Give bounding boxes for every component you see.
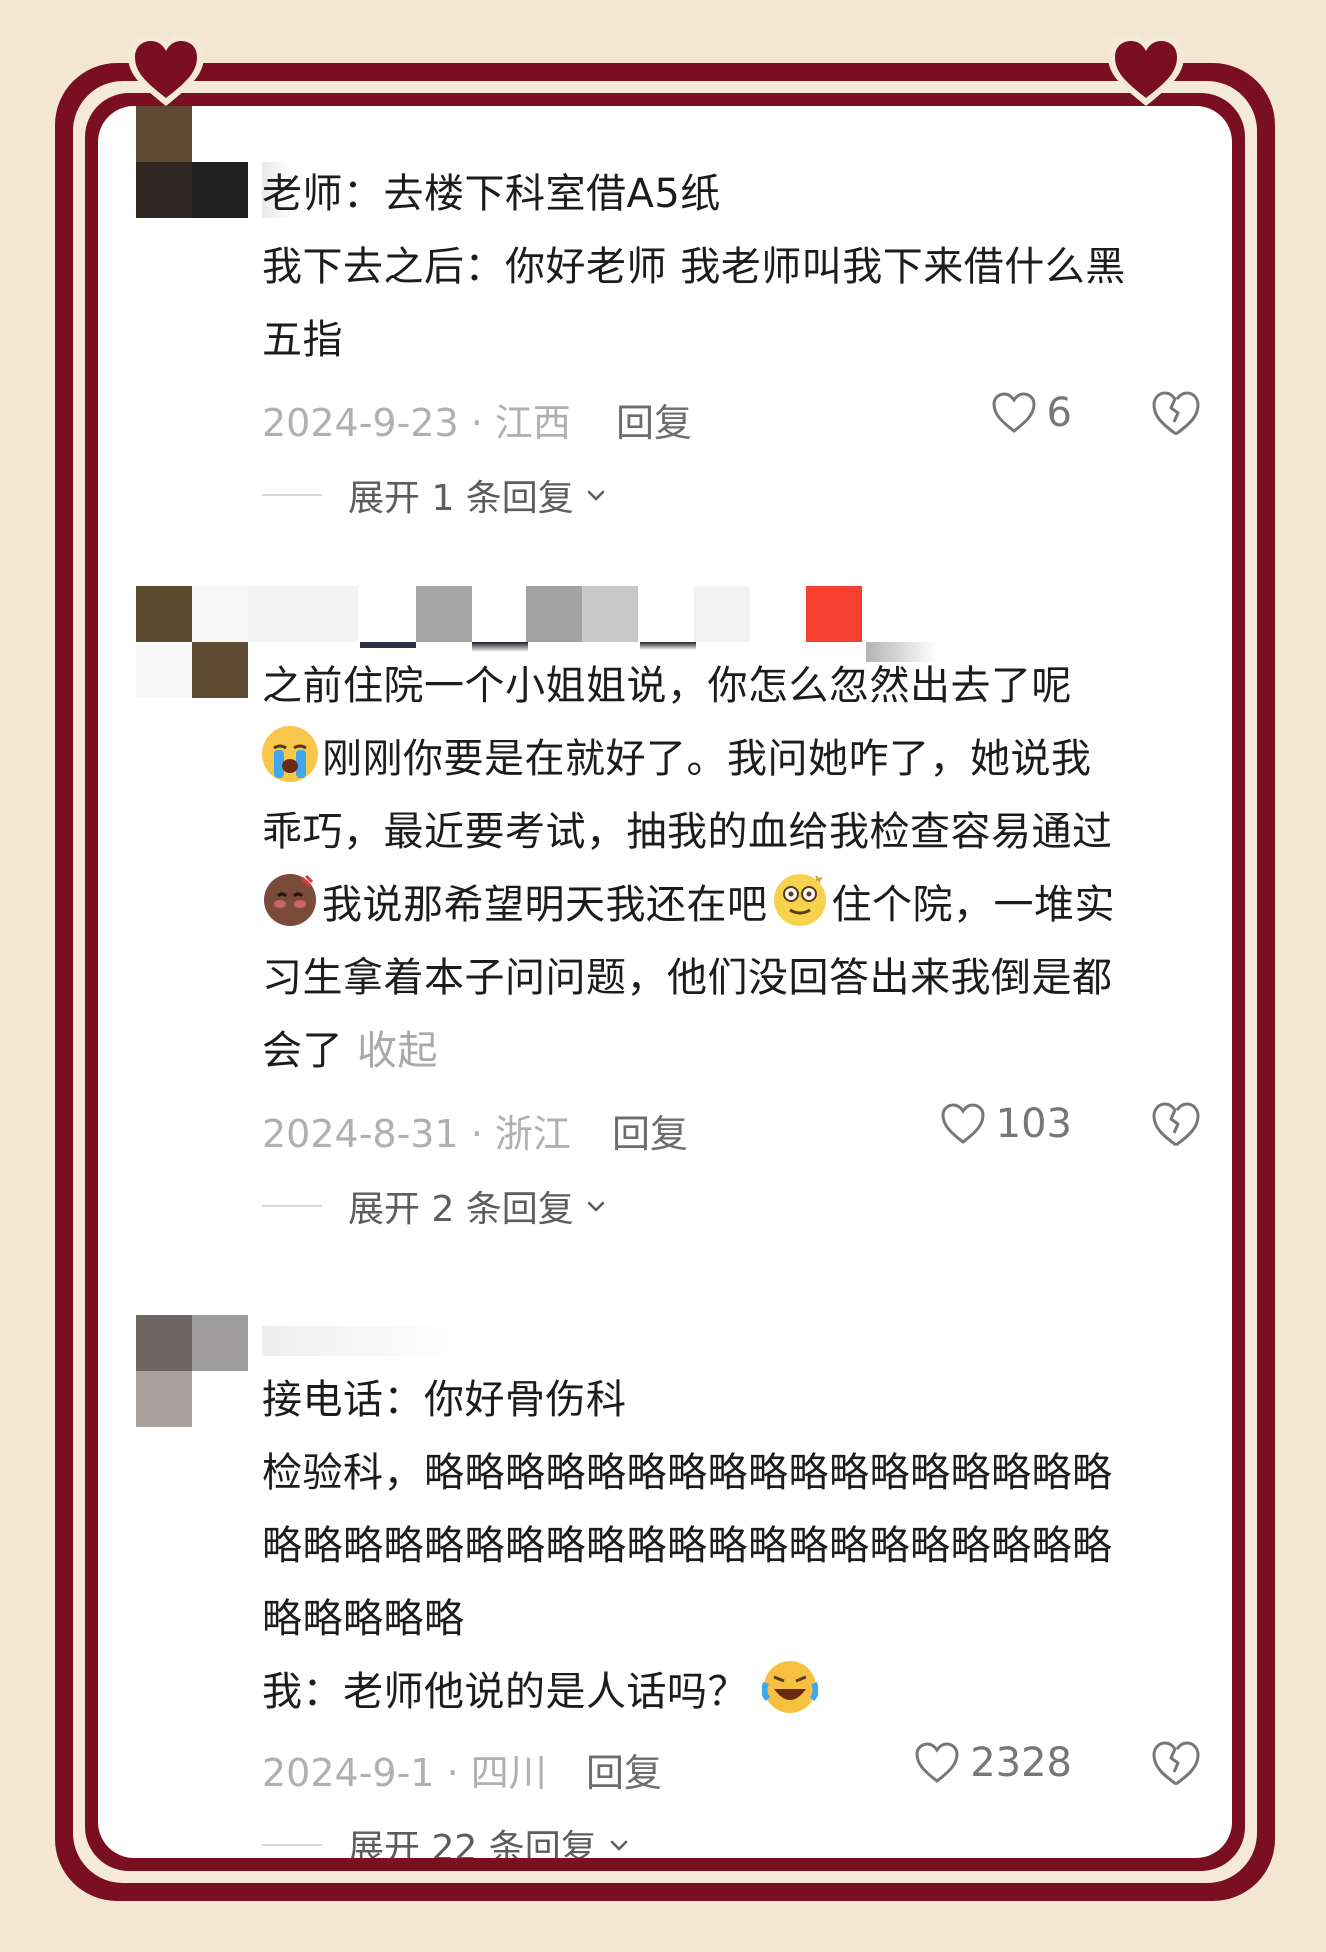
chevron-down-icon [587,1201,605,1212]
reply-button[interactable]: 回复 [616,392,692,447]
comment-line: 我下去之后：你好老师 我老师叫我下来借什么黑 [262,244,1126,290]
username[interactable] [262,1326,462,1356]
like-count: 103 [995,1101,1072,1147]
avatar[interactable] [136,586,248,698]
comment-text: 接电话：你好骨伤科 检验科，略略略略略略略略略略略略略略略略略 略略略略略略略略… [262,1364,1202,1729]
comment-meta: 2024-9-23 · 江西 回复 6 [262,384,1202,447]
laugh-crying-emoji [761,1659,819,1715]
comment-text: 之前住院一个小姐姐说，你怎么忽然出去了呢 刚刚你要是在就好了。我问她咋了，她说我… [262,650,1202,1088]
divider-dash [262,494,322,496]
like-count: 6 [1046,390,1072,436]
username-blur-block [806,586,862,642]
comment-line: 略略略略略 [262,1596,465,1642]
like-button[interactable]: 6 [991,390,1072,436]
avatar[interactable] [136,1315,248,1427]
broken-heart-icon[interactable] [1150,1099,1202,1151]
comment-meta: 2024-9-1 · 四川 回复 2328 [262,1734,1202,1797]
reply-button[interactable]: 回复 [612,1103,688,1158]
dizzy-face-emoji [772,872,828,928]
broken-heart-icon[interactable] [1150,1738,1202,1790]
username-blur-block [416,586,472,642]
reply-button[interactable]: 回复 [586,1742,662,1797]
expand-label: 展开 22 条回复 [348,1828,597,1858]
shy-face-emoji [262,872,318,928]
username-blur-block [582,586,638,642]
comment-text: 老师：去楼下科室借A5纸 我下去之后：你好老师 我老师叫我下来借什么黑 五指 [262,158,1202,377]
comment-line: 略略略略略略略略略略略略略略略略略略略略略 [262,1523,1113,1569]
expand-replies-button[interactable]: 展开 2 条回复 [262,1181,608,1231]
expand-replies-button[interactable]: 展开 1 条回复 [262,470,608,520]
heart-decoration-right-icon [1108,34,1184,106]
like-count: 2328 [970,1740,1072,1786]
comment-card: 老师：去楼下科室借A5纸 我下去之后：你好老师 我老师叫我下来借什么黑 五指 2… [98,106,1232,1858]
expand-replies-button[interactable]: 展开 22 条回复 [262,1820,631,1858]
chevron-down-icon [587,490,605,501]
comment-date-location: 2024-9-23 · 江西 [262,401,571,445]
username[interactable] [248,586,358,642]
heart-outline-icon [915,1742,959,1783]
heart-outline-icon [941,1103,985,1144]
username-blur-block [640,642,696,650]
broken-heart-icon[interactable] [1150,388,1202,440]
comment-date-location: 2024-9-1 · 四川 [262,1751,547,1795]
loudly-crying-emoji [262,726,318,782]
comment-meta: 2024-8-31 · 浙江 回复 103 [262,1095,1202,1158]
comment-line: 我：老师他说的是人话吗？ [262,1656,1202,1729]
comment-line: 接电话：你好骨伤科 [262,1377,627,1423]
expand-label: 展开 2 条回复 [348,1189,574,1230]
like-button[interactable]: 2328 [914,1740,1072,1786]
like-button[interactable]: 103 [940,1101,1072,1147]
comment-line: 会了 收起 [262,1028,438,1074]
avatar[interactable] [136,106,248,218]
comment-line: 习生拿着本子问问题，他们没回答出来我倒是都 [262,955,1113,1001]
comment-line: 检验科，略略略略略略略略略略略略略略略略略 [262,1450,1113,1496]
comment-line: 刚刚你要是在就好了。我问她咋了，她说我 [262,723,1202,796]
chevron-down-icon [610,1840,628,1851]
divider-dash [262,1205,322,1207]
comment-line: 老师：去楼下科室借A5纸 [262,171,721,217]
username-blur-block [694,586,750,642]
username-blur-block [360,592,416,648]
divider-dash [262,1844,322,1846]
heart-decoration-left-icon [128,34,204,106]
comment-line: 之前住院一个小姐姐说，你怎么忽然出去了呢 [262,663,1072,709]
username-blur-block [526,586,582,642]
comment-date-location: 2024-8-31 · 浙江 [262,1112,571,1156]
comment-line: 乖巧，最近要考试，抽我的血给我检查容易通过 [262,809,1113,855]
heart-outline-icon [992,392,1036,433]
comment-line: 五指 [262,317,343,363]
comment-line: 我说那希望明天我还在吧 住个院，一堆实 [262,869,1202,942]
expand-label: 展开 1 条回复 [348,478,574,519]
collapse-link[interactable]: 收起 [357,1028,438,1074]
